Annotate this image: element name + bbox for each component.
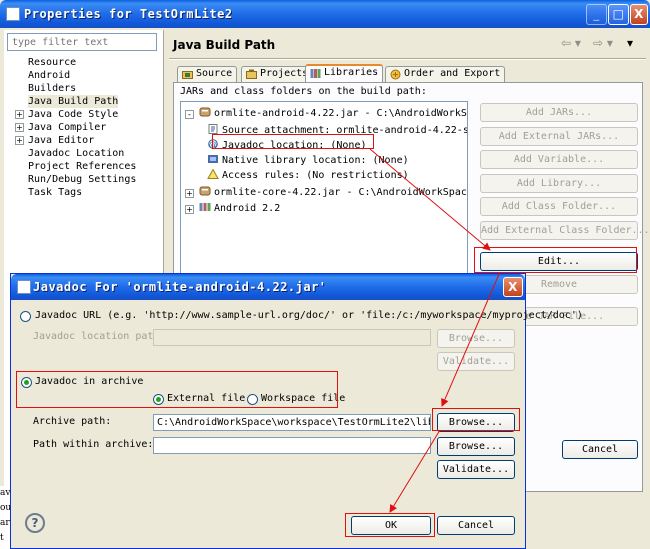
path-within-archive-label: Path within archive:: [33, 439, 154, 450]
javadoc-at-icon: @: [208, 139, 218, 149]
browse-path-within-button[interactable]: Browse...: [437, 437, 515, 456]
workspace-file-radio[interactable]: [247, 394, 258, 405]
native-library-icon: [208, 155, 218, 163]
validate-archive-button[interactable]: Validate...: [437, 460, 515, 479]
external-file-label: External file: [167, 393, 246, 404]
expand-icon[interactable]: +: [185, 205, 194, 214]
access-rules-icon: [207, 169, 219, 179]
maximize-button[interactable]: □: [608, 4, 629, 25]
browse-location-button[interactable]: Browse...: [437, 329, 515, 348]
workspace-file-label: Workspace file: [261, 393, 346, 404]
tab-order-and-export[interactable]: Order and Export: [385, 66, 506, 82]
tree-item-javadoc-location[interactable]: @ Javadoc location: (None): [207, 139, 367, 153]
browse-archive-button[interactable]: Browse...: [437, 413, 515, 432]
header-separator: [169, 58, 646, 60]
source-folder-icon: [182, 71, 193, 79]
javadoc-location-path-label: Javadoc location path:: [33, 331, 166, 342]
minimize-button[interactable]: _: [586, 4, 607, 25]
expand-icon[interactable]: +: [15, 123, 24, 132]
add-library-button[interactable]: Add Library...: [480, 174, 638, 193]
page-title: Java Build Path: [173, 38, 276, 52]
archive-path-input[interactable]: C:\AndroidWorkSpace\workspace\TestOrmLit…: [153, 414, 431, 431]
edit-button[interactable]: Edit...: [480, 252, 638, 271]
forward-arrow-icon[interactable]: ⇨ ▾: [593, 36, 613, 50]
expand-icon[interactable]: +: [185, 189, 194, 198]
external-file-radio[interactable]: [153, 394, 164, 405]
javadoc-archive-label: Javadoc in archive: [35, 376, 144, 387]
ok-button[interactable]: OK: [351, 516, 431, 535]
tab-source[interactable]: Source: [177, 66, 238, 82]
expand-icon[interactable]: +: [15, 110, 24, 119]
source-attachment-icon: [208, 124, 218, 134]
jar-icon: [199, 186, 211, 196]
library-container-icon: [199, 203, 211, 211]
window-title: Properties for TestOrmLite2: [24, 7, 233, 21]
svg-text:@: @: [209, 140, 217, 149]
libraries-icon: [310, 69, 321, 78]
window-titlebar[interactable]: Properties for TestOrmLite2 _ □ X: [0, 0, 650, 28]
dialog-app-icon: [17, 280, 31, 294]
collapse-icon[interactable]: -: [185, 110, 194, 119]
add-class-folder-button[interactable]: Add Class Folder...: [480, 197, 638, 216]
background-fragments: av ou ar t: [0, 486, 10, 549]
tree-item-native-library[interactable]: Native library location: (None): [207, 154, 409, 168]
expand-icon[interactable]: +: [15, 136, 24, 145]
window-app-icon: [6, 7, 20, 21]
close-button[interactable]: X: [630, 4, 648, 25]
add-external-class-folder-button[interactable]: Add External Class Folder...: [480, 221, 650, 240]
back-arrow-icon[interactable]: ⇦ ▾: [561, 36, 581, 50]
javadoc-url-label: Javadoc URL (e.g. 'http://www.sample-url…: [35, 310, 583, 321]
jar-icon: [199, 107, 211, 117]
add-jars-button[interactable]: Add JARs...: [480, 103, 638, 122]
properties-cancel-button[interactable]: Cancel: [562, 440, 638, 459]
tab-projects[interactable]: Projects: [241, 66, 314, 82]
archive-path-label: Archive path:: [33, 416, 112, 427]
add-variable-button[interactable]: Add Variable...: [480, 150, 638, 169]
path-within-archive-input[interactable]: [153, 437, 431, 454]
tree-item-source-attachment[interactable]: Source attachment: ormlite-android-4.22-…: [207, 124, 467, 138]
order-export-icon: [390, 69, 401, 80]
dialog-cancel-button[interactable]: Cancel: [437, 516, 515, 535]
tree-item-access-rules[interactable]: Access rules: (No restrictions): [207, 169, 409, 183]
dialog-close-button[interactable]: X: [503, 277, 523, 297]
validate-url-button[interactable]: Validate...: [437, 352, 515, 371]
filter-input[interactable]: [7, 33, 157, 51]
javadoc-archive-radio[interactable]: [21, 377, 32, 388]
project-icon: [246, 69, 257, 79]
javadoc-location-path-input[interactable]: [153, 329, 431, 346]
dialog-titlebar[interactable]: Javadoc For 'ormlite-android-4.22.jar' X: [11, 274, 525, 300]
dialog-title: Javadoc For 'ormlite-android-4.22.jar': [33, 280, 327, 294]
help-icon[interactable]: ?: [25, 513, 45, 533]
javadoc-dialog: Javadoc For 'ormlite-android-4.22.jar' X…: [10, 273, 583, 549]
view-menu-icon[interactable]: ▾: [627, 36, 633, 50]
tab-libraries[interactable]: Libraries: [305, 64, 384, 83]
add-external-jars-button[interactable]: Add External JARs...: [480, 127, 638, 146]
javadoc-url-radio[interactable]: [20, 311, 31, 322]
jars-label: JARs and class folders on the build path…: [180, 86, 427, 97]
